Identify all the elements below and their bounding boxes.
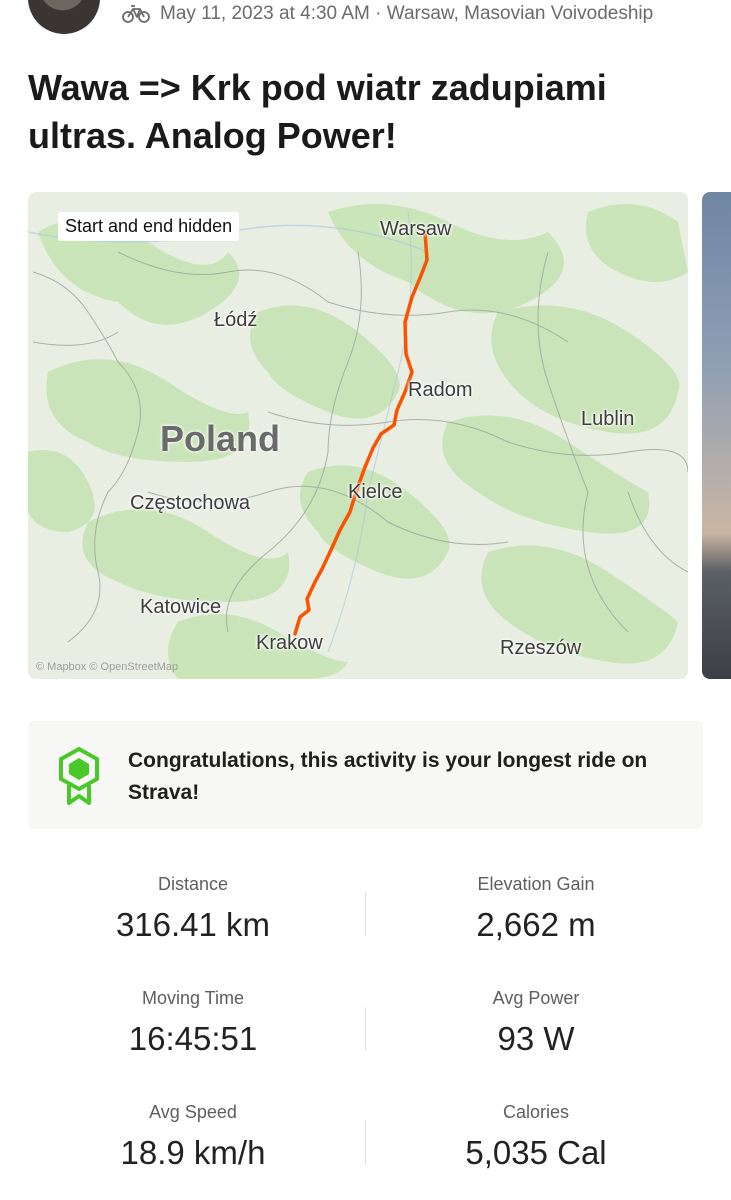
activity-photo-thumbnail[interactable]	[702, 192, 731, 679]
start-end-hidden-badge: Start and end hidden	[58, 212, 240, 241]
stat-distance: Distance 316.41 km	[28, 874, 358, 944]
activity-title[interactable]: Wawa => Krk pod wiatr zadupiami ultras. …	[28, 64, 688, 160]
bicycle-icon	[122, 5, 150, 23]
stat-label: Elevation Gain	[477, 874, 595, 894]
stat-value: 5,035 Cal	[465, 1134, 607, 1171]
map-city-krakow: Krakow	[256, 632, 323, 654]
stat-divider	[365, 892, 366, 936]
stats-grid: Distance 316.41 km Elevation Gain 2,662 …	[28, 860, 703, 1200]
achievement-badge-icon	[59, 747, 99, 805]
map-city-katowice: Katowice	[140, 596, 222, 618]
stat-moving-time: Moving Time 16:45:51	[28, 988, 358, 1058]
stat-label: Calories	[502, 1102, 570, 1122]
stat-divider	[365, 1121, 366, 1165]
stat-avg-speed: Avg Speed 18.9 km/h	[28, 1102, 358, 1172]
stat-label: Avg Power	[492, 988, 580, 1008]
stat-value: 316.41 km	[115, 906, 271, 943]
map-terrain	[28, 192, 688, 679]
map-city-warsaw: Warsaw	[380, 218, 452, 240]
route-map[interactable]: Poland Warsaw Łódź Radom Lublin Kielce C…	[28, 192, 688, 679]
stat-label: Moving Time	[141, 988, 245, 1008]
stat-elevation-gain: Elevation Gain 2,662 m	[371, 874, 701, 944]
stat-value: 93 W	[497, 1020, 575, 1057]
map-city-rzeszow: Rzeszów	[500, 637, 582, 659]
stat-avg-power: Avg Power 93 W	[371, 988, 701, 1058]
map-city-czestochowa: Częstochowa	[130, 492, 251, 514]
map-city-lublin: Lublin	[581, 408, 635, 430]
map-attribution[interactable]: © Mapbox © OpenStreetMap	[36, 661, 178, 673]
avatar[interactable]	[28, 0, 100, 34]
map-city-lodz: Łódź	[214, 309, 258, 331]
stat-label: Distance	[157, 874, 229, 894]
stat-calories: Calories 5,035 Cal	[371, 1102, 701, 1172]
map-city-radom: Radom	[408, 379, 473, 401]
activity-header: May 11, 2023 at 4:30 AM · Warsaw, Masovi…	[0, 0, 731, 40]
stat-value: 18.9 km/h	[120, 1134, 266, 1171]
map-city-kielce: Kielce	[348, 481, 403, 503]
stat-divider	[365, 1007, 366, 1051]
stat-value: 16:45:51	[128, 1020, 258, 1057]
stat-value: 2,662 m	[476, 906, 596, 943]
achievement-text: Congratulations, this activity is your l…	[128, 749, 648, 804]
achievement-banner: Congratulations, this activity is your l…	[28, 721, 703, 829]
stat-label: Avg Speed	[149, 1102, 237, 1122]
activity-date-location: May 11, 2023 at 4:30 AM · Warsaw, Masovi…	[160, 3, 654, 24]
map-country-label: Poland	[160, 418, 281, 459]
activity-meta: May 11, 2023 at 4:30 AM · Warsaw, Masovi…	[122, 3, 653, 25]
